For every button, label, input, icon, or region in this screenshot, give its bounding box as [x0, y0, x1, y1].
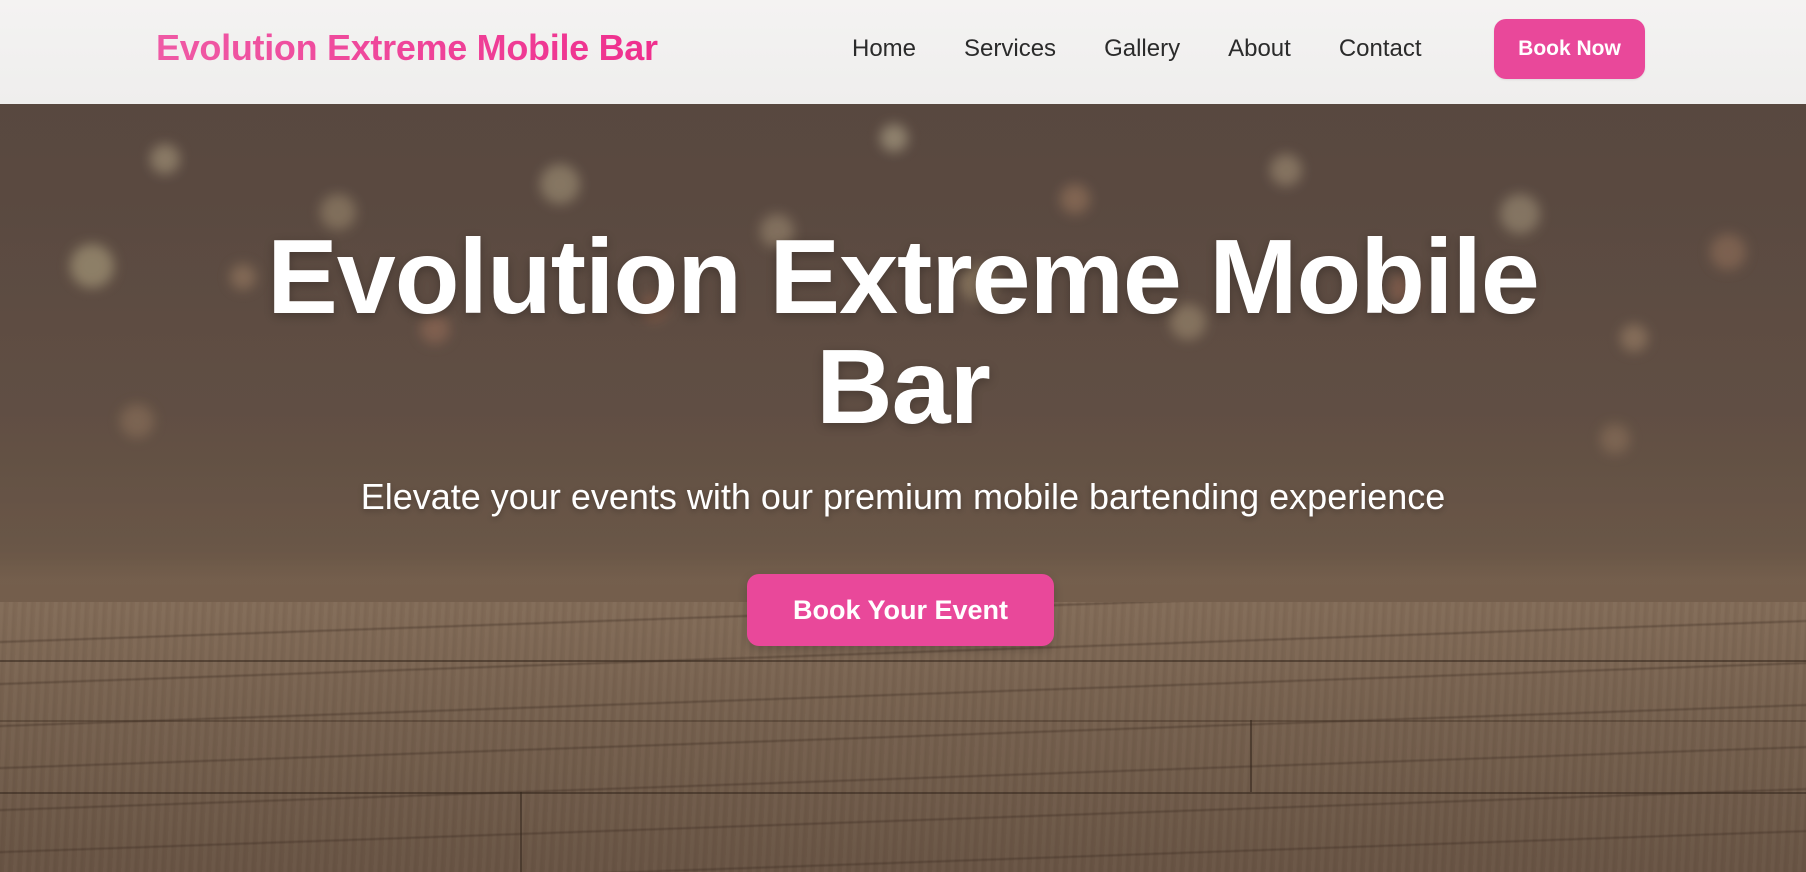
nav-link-about[interactable]: About — [1228, 30, 1291, 68]
hero-title: Evolution Extreme Mobile Bar — [0, 222, 1806, 442]
nav-link-services[interactable]: Services — [964, 30, 1056, 68]
nav-link-gallery[interactable]: Gallery — [1104, 30, 1180, 68]
nav-link-contact[interactable]: Contact — [1339, 30, 1422, 68]
main-nav: Home Services Gallery About Contact — [852, 30, 1422, 68]
hero-subtitle: Elevate your events with our premium mob… — [360, 476, 1446, 517]
top-navbar: Evolution Extreme Mobile Bar Home Servic… — [0, 0, 1806, 104]
nav-link-home[interactable]: Home — [852, 30, 916, 68]
hero-title-line-1: Evolution Extreme Mobile — [267, 218, 1540, 336]
hero-section: Evolution Extreme Mobile Bar Elevate you… — [0, 104, 1806, 872]
brand-logo-text[interactable]: Evolution Extreme Mobile Bar — [156, 26, 658, 70]
hero-content: Evolution Extreme Mobile Bar Elevate you… — [0, 104, 1806, 872]
hero-title-line-2: Bar — [816, 328, 991, 446]
book-now-button[interactable]: Book Now — [1494, 19, 1645, 79]
book-your-event-button[interactable]: Book Your Event — [747, 574, 1054, 646]
